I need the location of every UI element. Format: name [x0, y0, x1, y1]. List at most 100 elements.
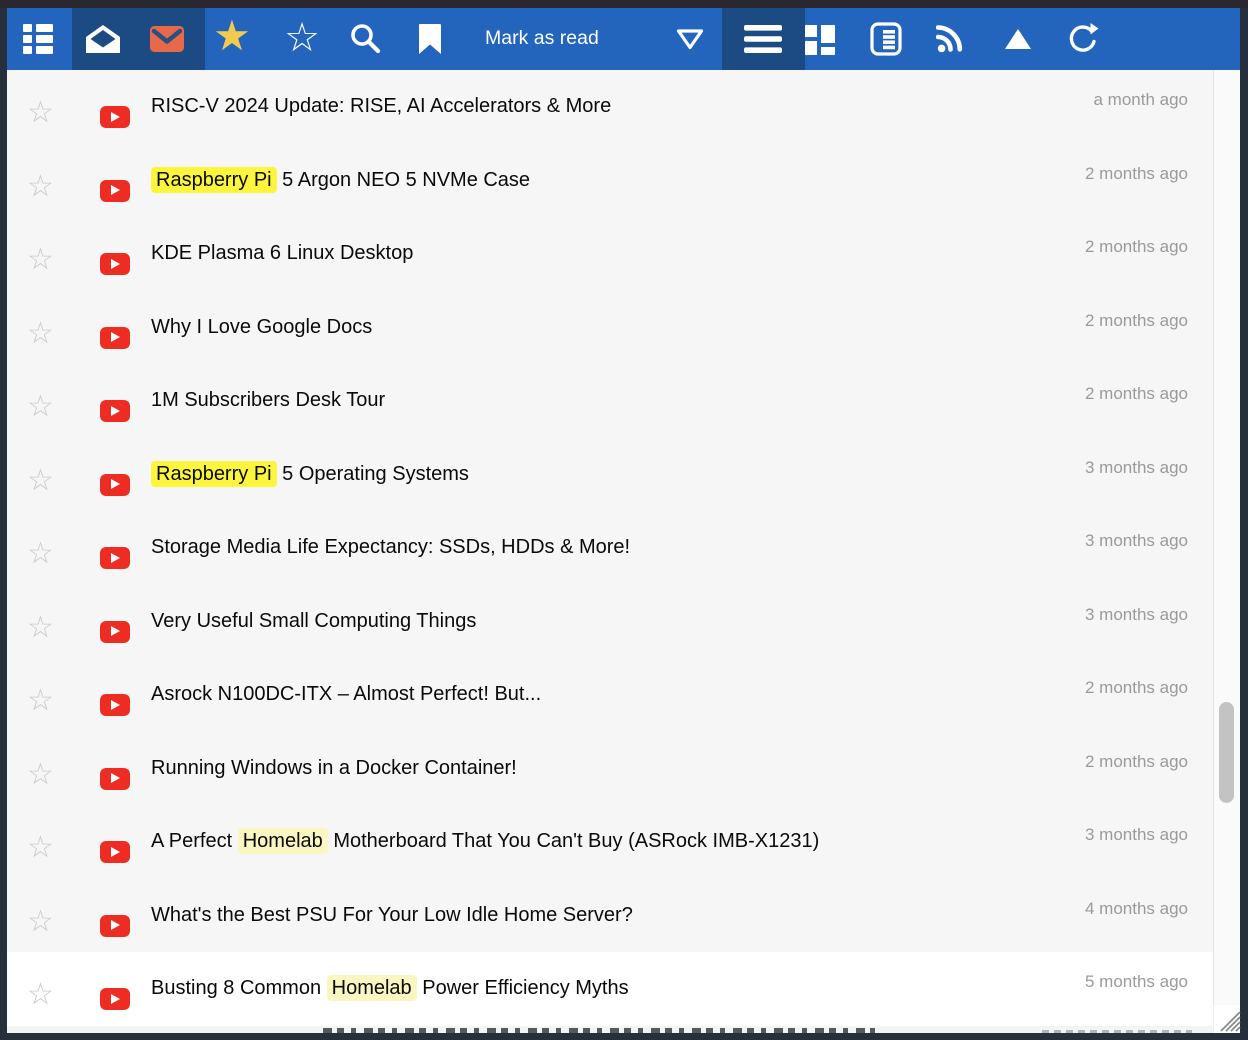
- item-title: A Perfect Homelab Motherboard That You C…: [151, 827, 819, 855]
- star-icon[interactable]: [27, 833, 54, 863]
- youtube-icon: [100, 547, 130, 569]
- title-text: Why I Love Google Docs: [151, 316, 372, 338]
- feed-item-row[interactable]: Running Windows in a Docker Container! 2…: [7, 732, 1213, 806]
- feed-item-row[interactable]: Storage Media Life Expectancy: SSDs, HDD…: [7, 511, 1213, 585]
- item-title: 1M Subscribers Desk Tour: [151, 386, 385, 414]
- item-title: Running Windows in a Docker Container!: [151, 754, 517, 782]
- feed-item-row[interactable]: Very Useful Small Computing Things 3 mon…: [7, 585, 1213, 659]
- star-icon[interactable]: [27, 466, 54, 496]
- filter-dropdown-icon: [675, 27, 705, 51]
- feed-item-row[interactable]: RISC-V 2024 Update: RISE, AI Accelerator…: [7, 70, 1213, 144]
- item-title: Busting 8 Common Homelab Power Efficienc…: [151, 974, 629, 1002]
- title-text: Asrock N100DC-ITX – Almost Perfect! But.…: [151, 683, 541, 705]
- item-title: Storage Media Life Expectancy: SSDs, HDD…: [151, 533, 630, 561]
- youtube-icon: [100, 768, 130, 790]
- item-age: 5 months ago: [1085, 972, 1188, 992]
- mark-unread-envelope-button[interactable]: [149, 25, 185, 53]
- title-text: Busting 8 Common: [151, 977, 327, 999]
- feed-item-row[interactable]: Asrock N100DC-ITX – Almost Perfect! But.…: [7, 658, 1213, 732]
- window-frame-right: [1240, 8, 1248, 1040]
- title-highlight-pale: Homelab: [327, 975, 417, 1001]
- title-text: RISC-V 2024 Update: RISE, AI Accelerator…: [151, 95, 611, 117]
- item-age: 2 months ago: [1085, 237, 1188, 257]
- youtube-icon: [100, 621, 130, 643]
- title-highlight-bright: Raspberry Pi: [151, 167, 277, 193]
- feed-item-row[interactable]: KDE Plasma 6 Linux Desktop 2 months ago: [7, 217, 1213, 291]
- app-window: Mark as read: [0, 0, 1248, 1040]
- article-report-icon: [870, 22, 902, 56]
- youtube-icon: [100, 180, 130, 202]
- title-text: What's the Best PSU For Your Low Idle Ho…: [151, 904, 633, 926]
- item-age: 3 months ago: [1085, 458, 1188, 478]
- feed-item-row[interactable]: 1M Subscribers Desk Tour 2 months ago: [7, 364, 1213, 438]
- article-list: RISC-V 2024 Update: RISE, AI Accelerator…: [7, 70, 1213, 1033]
- item-age: 2 months ago: [1085, 164, 1188, 184]
- grid-layout-icon: [805, 23, 835, 55]
- star-icon[interactable]: [27, 392, 54, 422]
- item-age: 2 months ago: [1085, 678, 1188, 698]
- title-text: 5 Argon NEO 5 NVMe Case: [277, 169, 530, 191]
- resize-grip[interactable]: [1217, 1007, 1241, 1032]
- star-icon[interactable]: [27, 319, 54, 349]
- title-text: KDE Plasma 6 Linux Desktop: [151, 242, 413, 264]
- star-icon[interactable]: [27, 245, 54, 275]
- star-icon[interactable]: [27, 980, 54, 1010]
- star-icon[interactable]: [27, 613, 54, 643]
- filter-dropdown-button[interactable]: [675, 27, 705, 51]
- grid-layout-button[interactable]: [805, 23, 835, 55]
- item-age: 2 months ago: [1085, 384, 1188, 404]
- article-report-button[interactable]: [870, 22, 902, 56]
- search-icon: [349, 23, 381, 55]
- mark-as-read-button[interactable]: Mark as read: [485, 27, 599, 50]
- item-title: Very Useful Small Computing Things: [151, 607, 476, 635]
- youtube-icon: [100, 841, 130, 863]
- star-icon[interactable]: [27, 539, 54, 569]
- star-icon[interactable]: [27, 172, 54, 202]
- refresh-button[interactable]: [1065, 22, 1099, 56]
- scroll-top-button[interactable]: [1003, 27, 1033, 51]
- open-envelope-icon: [85, 24, 121, 54]
- window-frame-top: [0, 0, 1248, 8]
- title-highlight-pale: Homelab: [238, 828, 328, 854]
- youtube-icon: [100, 327, 130, 349]
- partial-next-row[interactable]: [7, 1026, 1213, 1034]
- rss-button[interactable]: [936, 24, 966, 54]
- bookmark-button[interactable]: [417, 23, 443, 55]
- star-filled-button[interactable]: [213, 15, 251, 57]
- star-icon[interactable]: [27, 686, 54, 716]
- star-icon[interactable]: [27, 907, 54, 937]
- youtube-icon: [100, 915, 130, 937]
- feed-item-row[interactable]: Why I Love Google Docs 2 months ago: [7, 291, 1213, 365]
- toolbar: Mark as read: [7, 8, 1240, 70]
- item-age: a month ago: [1093, 90, 1188, 110]
- item-age: 3 months ago: [1085, 825, 1188, 845]
- mark-read-envelope-button[interactable]: [85, 24, 121, 54]
- item-age: 4 months ago: [1085, 899, 1188, 919]
- item-title: RISC-V 2024 Update: RISE, AI Accelerator…: [151, 92, 611, 120]
- scrollbar-thumb[interactable]: [1219, 702, 1234, 803]
- feed-item-row[interactable]: Raspberry Pi 5 Operating Systems 3 month…: [7, 438, 1213, 512]
- clipped-age-text-tops: [1042, 1030, 1192, 1033]
- item-age: 2 months ago: [1085, 752, 1188, 772]
- item-age: 3 months ago: [1085, 605, 1188, 625]
- menu-button[interactable]: [744, 25, 782, 53]
- item-title: Asrock N100DC-ITX – Almost Perfect! But.…: [151, 680, 541, 708]
- youtube-icon: [100, 474, 130, 496]
- hamburger-menu-icon: [744, 25, 782, 53]
- star-icon[interactable]: [27, 98, 54, 128]
- item-title: Raspberry Pi 5 Argon NEO 5 NVMe Case: [151, 166, 530, 194]
- item-age: 3 months ago: [1085, 531, 1188, 551]
- list-view-button[interactable]: [22, 22, 54, 56]
- scrollbar-track[interactable]: [1213, 70, 1240, 1005]
- item-age: 2 months ago: [1085, 311, 1188, 331]
- feed-item-row[interactable]: What's the Best PSU For Your Low Idle Ho…: [7, 879, 1213, 953]
- triangle-up-icon: [1003, 27, 1033, 51]
- feed-item-row[interactable]: Raspberry Pi 5 Argon NEO 5 NVMe Case 2 m…: [7, 144, 1213, 218]
- title-text: A Perfect: [151, 830, 238, 852]
- title-text: Very Useful Small Computing Things: [151, 610, 476, 632]
- feed-item-row[interactable]: Busting 8 Common Homelab Power Efficienc…: [7, 952, 1213, 1026]
- search-button[interactable]: [349, 23, 381, 55]
- star-icon[interactable]: [27, 760, 54, 790]
- star-outline-button[interactable]: [284, 18, 320, 58]
- feed-item-row[interactable]: A Perfect Homelab Motherboard That You C…: [7, 805, 1213, 879]
